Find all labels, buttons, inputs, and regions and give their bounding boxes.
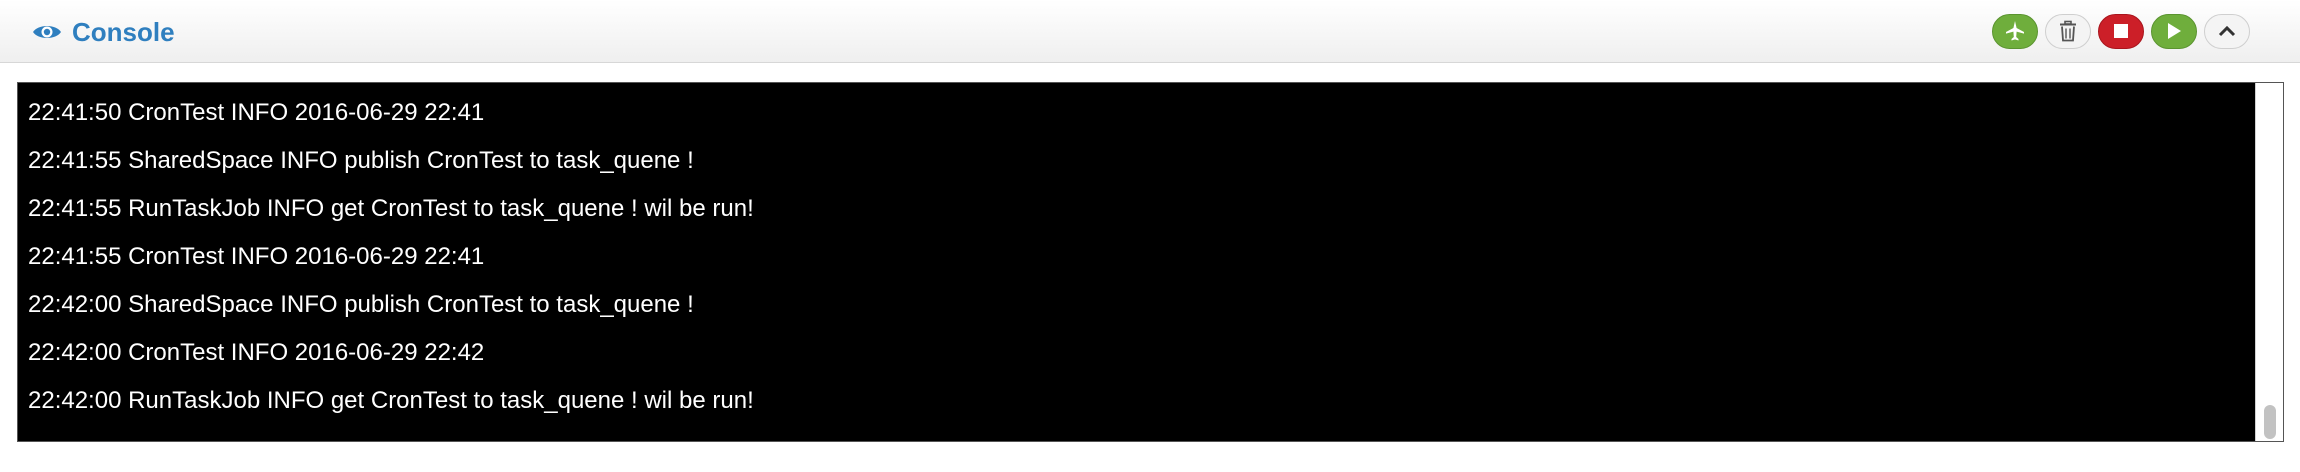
clear-button[interactable] (2045, 13, 2091, 49)
play-icon (2168, 23, 2181, 39)
log-line: 22:41:55 RunTaskJob INFO get CronTest to… (28, 195, 754, 222)
log-line: 22:41:55 SharedSpace INFO publish CronTe… (28, 147, 694, 174)
plane-icon (2006, 21, 2024, 41)
panel-title-text: Console (72, 16, 175, 47)
toolbar (1992, 12, 2250, 50)
deploy-button[interactable] (1992, 13, 2038, 49)
log-line: 22:42:00 CronTest INFO 2016-06-29 22:42 (28, 339, 485, 366)
vertical-scrollbar[interactable] (2255, 83, 2283, 441)
stop-icon (2114, 24, 2128, 38)
run-button[interactable] (2151, 13, 2197, 49)
trash-icon (2060, 20, 2076, 42)
log-line: 22:42:00 RunTaskJob INFO get CronTest to… (28, 387, 754, 414)
collapse-button[interactable] (2204, 13, 2250, 49)
chevron-up-icon (2218, 25, 2236, 37)
log-line: 22:41:50 CronTest INFO 2016-06-29 22:41 (28, 99, 485, 126)
eye-icon (33, 26, 61, 38)
log-line: 22:42:00 SharedSpace INFO publish CronTe… (28, 291, 694, 318)
scrollbar-thumb[interactable] (2264, 405, 2276, 439)
log-lines: 22:41:50 CronTest INFO 2016-06-29 22:41 … (28, 89, 2243, 425)
log-line: 22:41:55 CronTest INFO 2016-06-29 22:41 (28, 243, 485, 270)
console-output[interactable]: 22:41:50 CronTest INFO 2016-06-29 22:41 … (17, 82, 2284, 442)
stop-button[interactable] (2098, 13, 2144, 49)
panel-title: Console (32, 14, 175, 50)
console-panel-header: Console (0, 0, 2300, 63)
